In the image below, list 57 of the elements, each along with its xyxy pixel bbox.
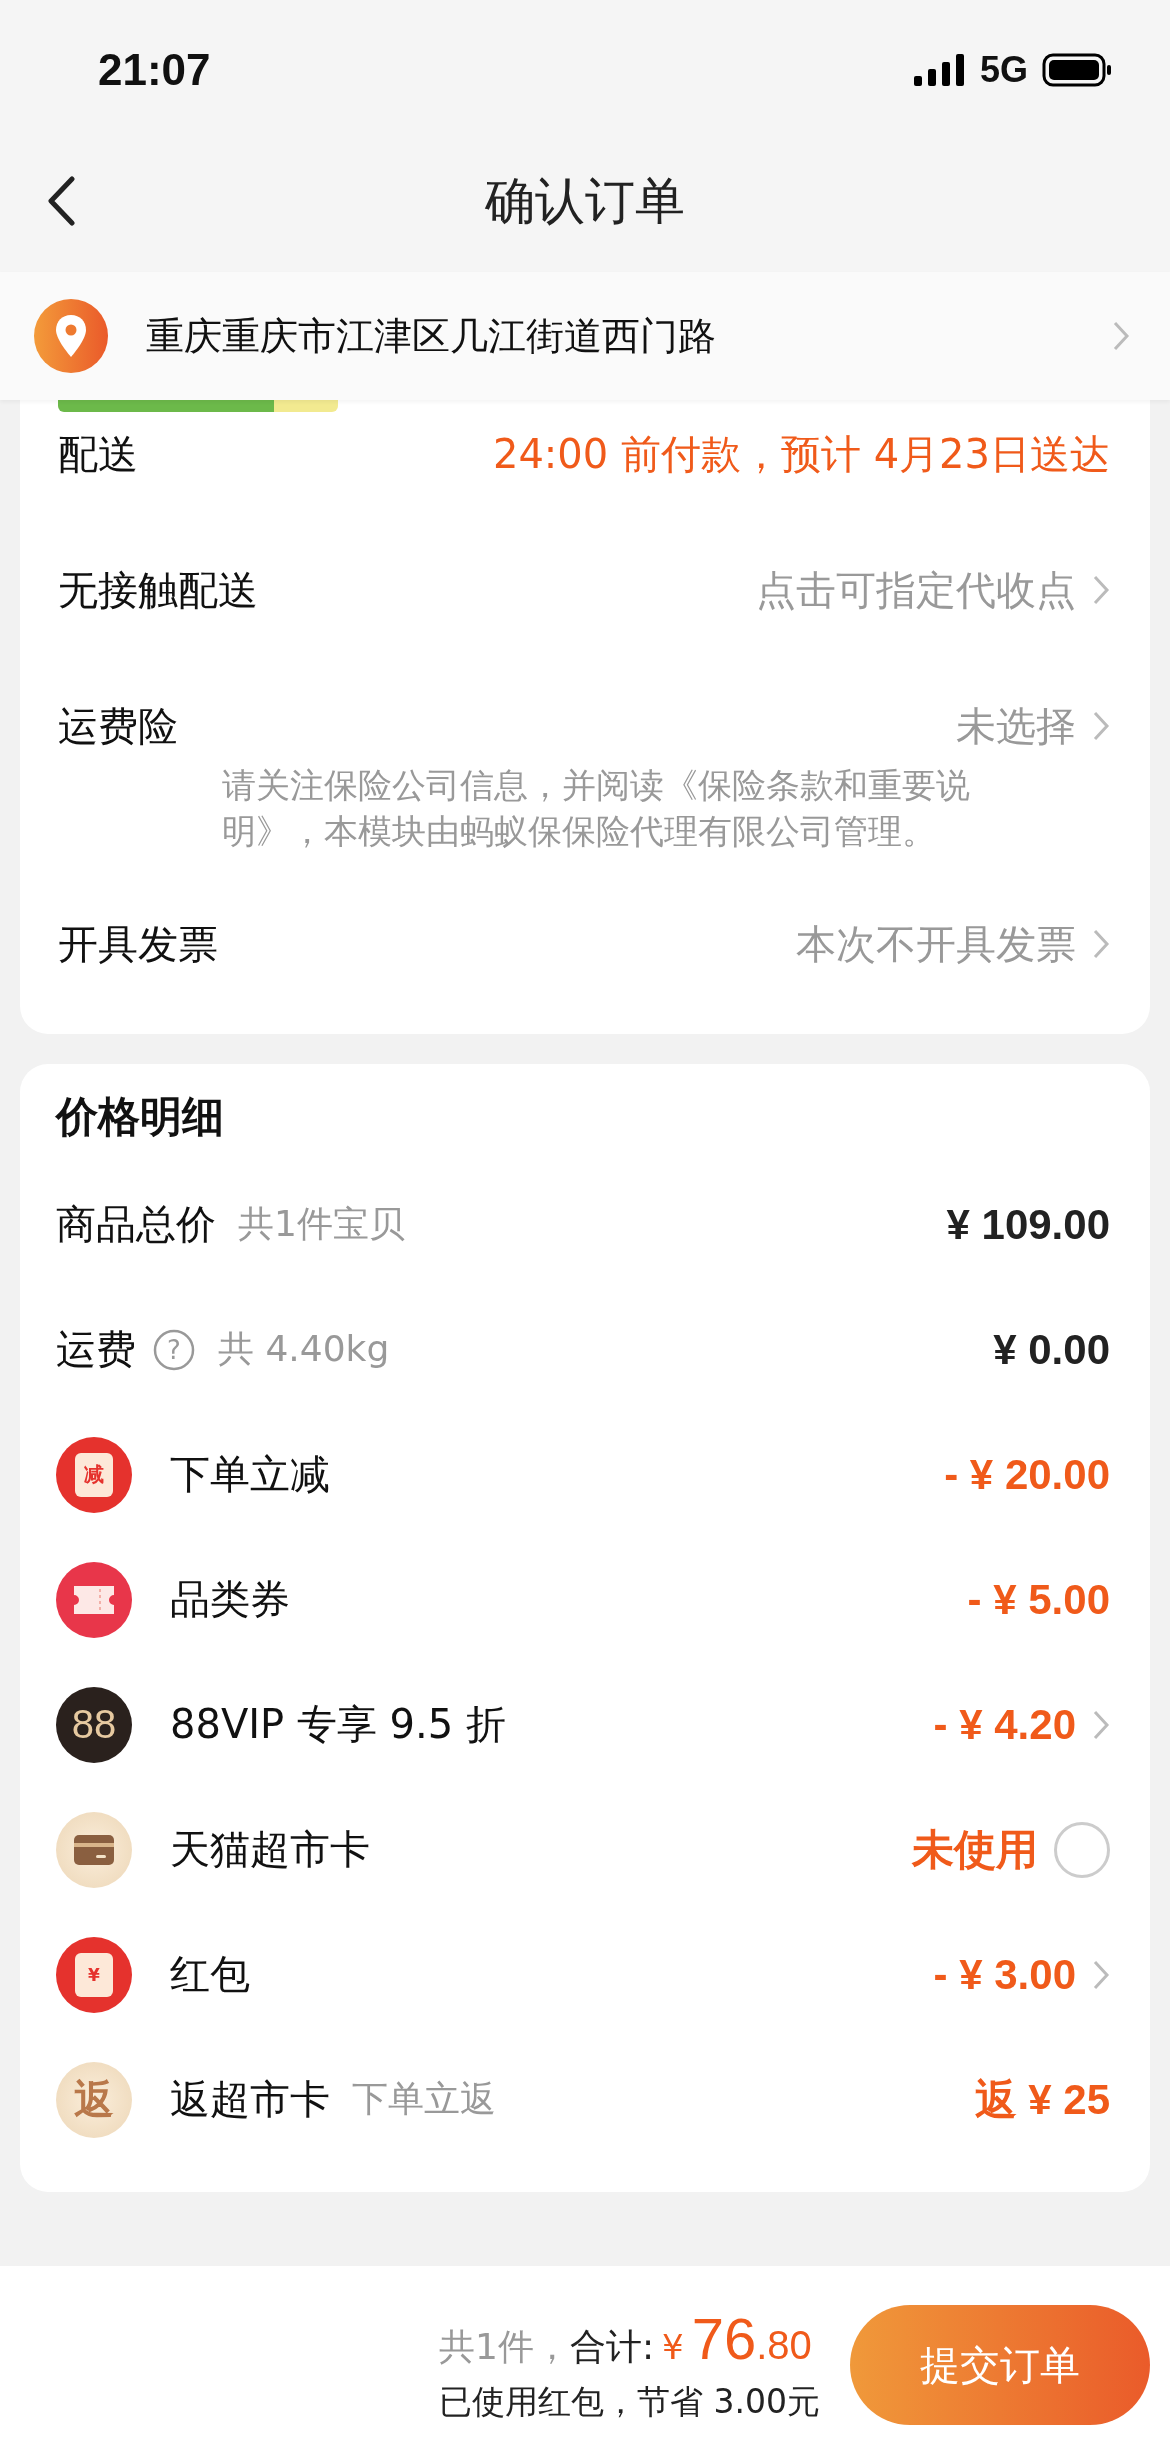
row-label: 运费险 (58, 701, 178, 751)
price-label: 品类券 (170, 1575, 290, 1624)
price-sublabel: 共 4.40kg (218, 1327, 390, 1371)
row-value[interactable]: 本次不开具发票 (796, 916, 1076, 972)
vip-icon: 88 (56, 1686, 132, 1763)
amount: 未使用 (912, 1824, 1038, 1875)
row-label: 无接触配送 (58, 565, 258, 615)
amount: - ¥ 3.00 (933, 1950, 1076, 1999)
total-decimals: .80 (756, 2323, 812, 2368)
currency-symbol: ¥ (662, 2327, 684, 2367)
signal-icon (913, 54, 966, 86)
row-label: 开具发票 (58, 919, 218, 969)
return-icon: 返 (56, 2061, 132, 2138)
amount: - ¥ 5.00 (967, 1575, 1110, 1624)
price-sublabel: 共1件宝贝 (238, 1202, 405, 1246)
chevron-right-icon (1112, 320, 1130, 352)
item-count: 共1件， (439, 2325, 570, 2369)
price-label: 88VIP 专享 9.5 折 (170, 1700, 506, 1749)
address-bar[interactable]: 重庆重庆市江津区几江街道西门路 (0, 272, 1170, 400)
amount: - ¥ 4.20 (933, 1700, 1076, 1749)
envelope-icon: 减 (56, 1436, 132, 1513)
address-text: 重庆重庆市江津区几江街道西门路 (146, 312, 717, 360)
amount: 返 ¥ 25 (974, 2074, 1110, 2125)
delivery-time: 24:00 前付款，预计 4月23日送达 (492, 429, 1110, 479)
section-title: 价格明细 (56, 1091, 225, 1143)
page-title: 确认订单 (485, 170, 685, 232)
chevron-right-icon (1092, 574, 1110, 606)
price-label: 下单立减 (170, 1450, 330, 1499)
price-label: 天猫超市卡 (170, 1825, 370, 1874)
network-label: 5G (979, 49, 1028, 91)
saving-text: 已使用红包，节省 3.00元 (439, 2381, 820, 2423)
price-label: 红包 (170, 1950, 250, 1999)
battery-icon (1042, 53, 1112, 87)
price-sublabel: 下单立返 (352, 2077, 496, 2121)
price-label: 商品总价 (56, 1200, 216, 1249)
submit-order-button[interactable]: 提交订单 (850, 2305, 1150, 2425)
back-icon[interactable] (46, 176, 76, 226)
chevron-right-icon[interactable] (1092, 1958, 1110, 1991)
total-price: 76 (691, 2305, 757, 2372)
envelope-icon: ¥ (56, 1936, 132, 2013)
row-label: 配送 (58, 429, 138, 479)
radio-button[interactable] (1054, 1821, 1110, 1878)
total-label: 合计: (569, 2325, 655, 2369)
chevron-right-icon (1092, 710, 1110, 742)
location-pin-icon (34, 299, 108, 373)
amount: ¥ 109.00 (946, 1200, 1110, 1249)
help-icon[interactable]: ? (152, 1327, 196, 1372)
row-value[interactable]: 点击可指定代收点 (756, 562, 1076, 618)
chevron-right-icon[interactable] (1092, 1708, 1110, 1741)
price-label: 运费 (56, 1325, 136, 1374)
insurance-note: 请关注保险公司信息，并阅读《保险条款和重要说明》，本模块由蚂蚁保保险代理有限公司管理。 (222, 764, 971, 853)
price-label: 返超市卡 (170, 2075, 330, 2124)
chevron-right-icon (1092, 928, 1110, 960)
status-time: 21:07 (98, 45, 211, 95)
row-value[interactable]: 未选择 (956, 698, 1076, 754)
amount: - ¥ 20.00 (944, 1450, 1110, 1499)
amount: ¥ 0.00 (993, 1325, 1110, 1374)
